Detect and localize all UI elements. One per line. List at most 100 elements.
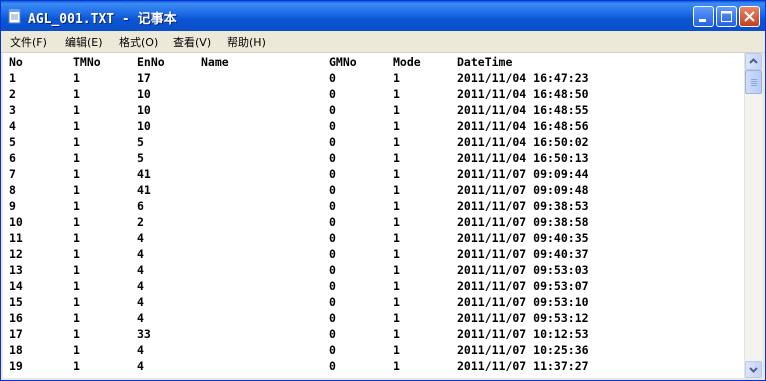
menu-edit[interactable]: 编辑(E) bbox=[65, 34, 103, 50]
table-cell: 2011/11/04 16:47:23 bbox=[457, 71, 589, 85]
table-cell: 1 bbox=[393, 135, 400, 149]
table-cell: 0 bbox=[329, 103, 336, 117]
menu-view[interactable]: 查看(V) bbox=[173, 34, 211, 50]
table-cell: 1 bbox=[393, 103, 400, 117]
table-cell: 0 bbox=[329, 215, 336, 229]
table-cell: 2011/11/07 09:53:12 bbox=[457, 311, 589, 325]
table-cell: 0 bbox=[329, 87, 336, 101]
table-cell: 6 bbox=[137, 199, 144, 213]
column-header: Name bbox=[201, 55, 229, 69]
table-row: 12 1 4 0 1 2011/11/07 09:40:37 bbox=[3, 246, 744, 262]
table-cell: 1 bbox=[73, 199, 80, 213]
table-cell: 15 bbox=[9, 295, 23, 309]
table-cell: 0 bbox=[329, 311, 336, 325]
table-row: 8 1 41 0 1 2011/11/07 09:09:48 bbox=[3, 182, 744, 198]
table-cell: 2 bbox=[137, 215, 144, 229]
table-cell: 0 bbox=[329, 135, 336, 149]
table-row: 10 1 2 0 1 2011/11/07 09:38:58 bbox=[3, 214, 744, 230]
scroll-down-button[interactable] bbox=[745, 361, 762, 378]
table-header-row: No TMNo EnNo Name GMNo Mode DateTime bbox=[3, 54, 744, 70]
table-cell: 0 bbox=[329, 359, 336, 373]
table-cell: 0 bbox=[329, 71, 336, 85]
table-cell: 17 bbox=[9, 327, 23, 341]
vertical-scrollbar[interactable] bbox=[744, 53, 762, 378]
table-cell: 10 bbox=[137, 103, 151, 117]
table-cell: 1 bbox=[393, 167, 400, 181]
table-cell: 1 bbox=[73, 167, 80, 181]
table-row: 6 1 5 0 1 2011/11/04 16:50:13 bbox=[3, 150, 744, 166]
scroll-up-button[interactable] bbox=[745, 53, 762, 70]
table-cell: 1 bbox=[73, 215, 80, 229]
table-cell: 1 bbox=[73, 311, 80, 325]
table-cell: 10 bbox=[137, 119, 151, 133]
table-cell: 1 bbox=[73, 247, 80, 261]
minimize-button[interactable] bbox=[693, 6, 714, 27]
table-cell: 1 bbox=[73, 343, 80, 357]
table-cell: 2 bbox=[9, 87, 16, 101]
table-cell: 2011/11/07 10:25:36 bbox=[457, 343, 589, 357]
table-cell: 1 bbox=[73, 295, 80, 309]
table-cell: 1 bbox=[393, 183, 400, 197]
table-cell: 1 bbox=[73, 231, 80, 245]
table-cell: 8 bbox=[9, 183, 16, 197]
text-area[interactable]: No TMNo EnNo Name GMNo Mode DateTime 1 1 17 0 1 2011… bbox=[3, 53, 744, 378]
table-cell: 0 bbox=[329, 151, 336, 165]
table-cell: 0 bbox=[329, 279, 336, 293]
table-cell: 1 bbox=[393, 327, 400, 341]
table-cell: 1 bbox=[393, 295, 400, 309]
maximize-button[interactable] bbox=[716, 6, 737, 27]
window-title: AGL_001.TXT - 记事本 bbox=[28, 12, 177, 27]
table-cell: 0 bbox=[329, 295, 336, 309]
menu-file[interactable]: 文件(F) bbox=[10, 34, 47, 50]
menu-bar: 文件(F) 编辑(E) 格式(O) 查看(V) 帮助(H) bbox=[1, 31, 765, 53]
table-cell: 1 bbox=[73, 135, 80, 149]
table-cell: 1 bbox=[393, 215, 400, 229]
table-row: 17 1 33 0 1 2011/11/07 10:12:53 bbox=[3, 326, 744, 342]
column-header: Mode bbox=[393, 55, 421, 69]
table-cell: 1 bbox=[393, 231, 400, 245]
table-cell: 2011/11/07 10:12:53 bbox=[457, 327, 589, 341]
table-cell: 2011/11/07 09:53:07 bbox=[457, 279, 589, 293]
table-cell: 0 bbox=[329, 247, 336, 261]
table-cell: 4 bbox=[137, 279, 144, 293]
table-cell: 41 bbox=[137, 183, 151, 197]
table-cell: 1 bbox=[73, 183, 80, 197]
table-cell: 2011/11/07 09:38:53 bbox=[457, 199, 589, 213]
table-cell: 33 bbox=[137, 327, 151, 341]
table-row: 19 1 4 0 1 2011/11/07 11:37:27 bbox=[3, 358, 744, 374]
table-cell: 12 bbox=[9, 247, 23, 261]
table-cell: 1 bbox=[73, 279, 80, 293]
table-cell: 17 bbox=[137, 71, 151, 85]
table-cell: 5 bbox=[137, 135, 144, 149]
scroll-thumb[interactable] bbox=[745, 70, 762, 94]
table-cell: 7 bbox=[9, 167, 16, 181]
table-cell: 1 bbox=[393, 247, 400, 261]
table-cell: 9 bbox=[9, 199, 16, 213]
table-cell: 1 bbox=[9, 71, 16, 85]
column-header: EnNo bbox=[137, 55, 165, 69]
table-row: 18 1 4 0 1 2011/11/07 10:25:36 bbox=[3, 342, 744, 358]
table-row: 16 1 4 0 1 2011/11/07 09:53:12 bbox=[3, 310, 744, 326]
table-cell: 4 bbox=[137, 263, 144, 277]
close-button[interactable] bbox=[739, 6, 760, 27]
table-cell: 2011/11/07 09:40:37 bbox=[457, 247, 589, 261]
table-cell: 0 bbox=[329, 231, 336, 245]
table-row: 2 1 10 0 1 2011/11/04 16:48:50 bbox=[3, 86, 744, 102]
title-bar[interactable]: AGL_001.TXT - 记事本 bbox=[1, 1, 765, 31]
table-cell: 0 bbox=[329, 343, 336, 357]
arrow-down-icon bbox=[749, 367, 758, 373]
table-cell: 1 bbox=[73, 327, 80, 341]
table-cell: 1 bbox=[393, 87, 400, 101]
table-cell: 19 bbox=[9, 359, 23, 373]
menu-format[interactable]: 格式(O) bbox=[119, 34, 158, 50]
menu-help[interactable]: 帮助(H) bbox=[227, 34, 266, 50]
table-row: 14 1 4 0 1 2011/11/07 09:53:07 bbox=[3, 278, 744, 294]
table-cell: 1 bbox=[393, 311, 400, 325]
table-cell: 0 bbox=[329, 167, 336, 181]
notepad-icon[interactable] bbox=[8, 8, 22, 24]
table-cell: 1 bbox=[393, 343, 400, 357]
table-cell: 1 bbox=[73, 119, 80, 133]
table-cell: 0 bbox=[329, 119, 336, 133]
table-cell: 1 bbox=[393, 199, 400, 213]
table-cell: 3 bbox=[9, 103, 16, 117]
